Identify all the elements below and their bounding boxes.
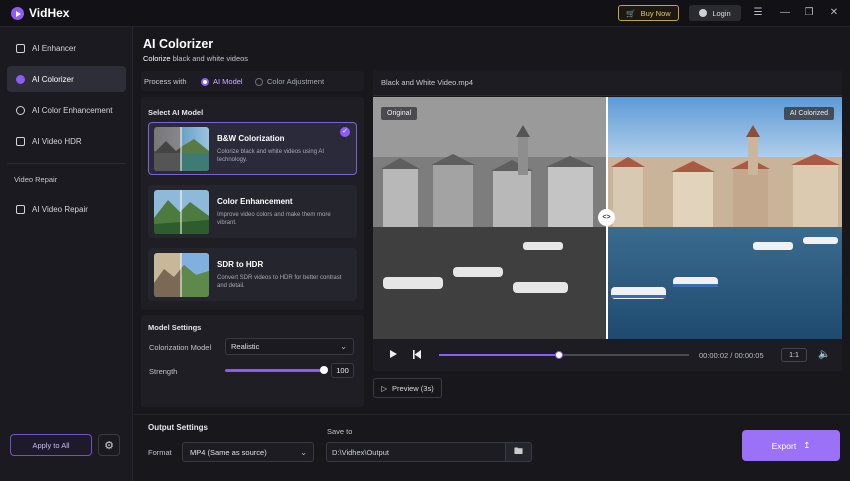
format-label: Format xyxy=(148,448,172,457)
sidebar-item-label: AI Video HDR xyxy=(32,136,82,146)
bw-colorization-thumbnail xyxy=(154,127,209,171)
model-card-title: B&W Colorization xyxy=(217,134,285,143)
login-button[interactable]: Login xyxy=(689,5,741,21)
model-card-description: Improve video colors and make them more … xyxy=(217,212,331,226)
aspect-ratio-button[interactable]: 1:1 xyxy=(781,348,807,362)
select-model-title: Select AI Model xyxy=(148,108,204,117)
sidebar-section-video-repair: Video Repair xyxy=(14,175,58,184)
color-enhancement-icon xyxy=(16,105,25,115)
process-with-label: Process with xyxy=(144,77,187,86)
strength-value-input[interactable]: 100 xyxy=(331,363,354,378)
user-icon xyxy=(699,9,708,17)
progress-fill xyxy=(439,354,559,356)
original-tag: Original xyxy=(381,107,418,120)
model-settings-title: Model Settings xyxy=(148,323,202,332)
colorization-model-select[interactable]: Realistic ⌄ xyxy=(225,338,354,355)
page-subtitle: Colorize black and white videos xyxy=(143,54,249,63)
radio-ai-model[interactable]: AI Model xyxy=(201,77,243,86)
preview-icon: ▷ xyxy=(381,383,388,393)
sidebar-item-ai-video-hdr[interactable]: AI Video HDR xyxy=(7,128,126,154)
save-path-input[interactable]: D:\Vidhex\Output xyxy=(326,442,506,462)
save-to-label: Save to xyxy=(327,427,353,436)
sidebar-item-ai-color-enhancement[interactable]: AI Color Enhancement xyxy=(7,97,126,123)
vidhex-logo-icon xyxy=(11,7,24,20)
check-icon: ✓ xyxy=(340,127,350,137)
skip-back-icon[interactable] xyxy=(413,350,421,359)
color-enhancement-thumbnail xyxy=(154,190,209,234)
colorization-model-label: Colorization Model xyxy=(149,343,212,352)
progress-handle[interactable] xyxy=(555,351,563,359)
sidebar-item-label: AI Colorizer xyxy=(32,74,74,84)
chevron-down-icon: ⌄ xyxy=(300,448,307,457)
radio-selected-icon xyxy=(201,77,209,86)
export-button[interactable]: Export ↥ xyxy=(742,430,840,461)
sidebar-item-ai-video-repair[interactable]: AI Video Repair xyxy=(7,196,126,222)
hdr-icon xyxy=(16,136,25,146)
preview-button[interactable]: ▷ Preview (3s) xyxy=(373,378,442,398)
browse-folder-button[interactable]: 🖿 xyxy=(505,442,532,462)
format-value: MP4 (Same as source) xyxy=(190,447,267,457)
cart-icon: 🛒 xyxy=(626,8,636,18)
buy-now-label: Buy Now xyxy=(640,8,671,18)
model-card-sdr-to-hdr[interactable]: SDR to HDR Convert SDR videos to HDR for… xyxy=(148,248,357,301)
format-select[interactable]: MP4 (Same as source) ⌄ xyxy=(182,442,314,462)
strength-label: Strength xyxy=(149,367,178,376)
time-readout: 00:00:02 / 00:00:05 xyxy=(699,351,764,360)
folder-icon: 🖿 xyxy=(513,446,523,456)
chevron-down-icon: ⌄ xyxy=(340,342,347,351)
compare-handle-icon[interactable]: <> xyxy=(598,209,615,226)
sidebar xyxy=(0,27,133,481)
close-icon[interactable]: ✕ xyxy=(828,7,840,19)
apply-to-all-button[interactable]: Apply to All xyxy=(10,434,92,456)
sidebar-item-label: AI Video Repair xyxy=(32,204,88,214)
minimize-icon[interactable]: — xyxy=(779,7,791,19)
export-icon: ↥ xyxy=(803,440,811,450)
login-label: Login xyxy=(712,8,731,18)
model-card-description: Convert SDR videos to HDR for better con… xyxy=(217,275,342,289)
preview-label: Preview (3s) xyxy=(392,383,434,393)
sidebar-item-label: AI Color Enhancement xyxy=(32,105,113,115)
strength-slider-handle[interactable] xyxy=(320,366,328,374)
sidebar-item-ai-enhancer[interactable]: AI Enhancer xyxy=(7,35,126,61)
maximize-icon[interactable]: ❐ xyxy=(803,7,815,19)
sidebar-item-label: AI Enhancer xyxy=(32,43,77,53)
page-title: AI Colorizer xyxy=(143,37,214,51)
model-card-bw-colorization[interactable]: B&W Colorization Colorize black and whit… xyxy=(148,122,357,175)
export-label: Export xyxy=(771,440,797,451)
radio-unselected-icon xyxy=(255,77,263,86)
model-card-title: SDR to HDR xyxy=(217,260,264,269)
settings-button[interactable]: ⚙ xyxy=(98,434,120,456)
gear-icon: ⚙ xyxy=(104,439,114,452)
radio-color-adjustment[interactable]: Color Adjustment xyxy=(255,77,324,86)
menu-icon[interactable]: ☰ xyxy=(752,7,764,19)
video-filename: Black and White Video.mp4 xyxy=(381,78,473,87)
sidebar-item-ai-colorizer[interactable]: AI Colorizer xyxy=(7,66,126,92)
model-card-description: Colorize black and white videos using AI… xyxy=(217,149,325,163)
enhancer-icon xyxy=(16,43,25,53)
colorization-model-value: Realistic xyxy=(231,342,260,351)
video-repair-icon xyxy=(16,204,25,214)
ai-colorized-tag: AI Colorized xyxy=(783,107,834,120)
app-name: VidHex xyxy=(29,6,70,20)
sidebar-divider xyxy=(7,163,126,164)
sdr-to-hdr-thumbnail xyxy=(154,253,209,297)
buy-now-button[interactable]: 🛒 Buy Now xyxy=(618,5,679,21)
play-icon[interactable] xyxy=(390,350,397,358)
strength-slider[interactable] xyxy=(225,369,325,372)
colorizer-icon xyxy=(16,74,25,84)
volume-icon[interactable]: 🔈 xyxy=(818,349,830,360)
model-card-title: Color Enhancement xyxy=(217,197,293,206)
output-settings-title: Output Settings xyxy=(148,423,208,432)
model-card-color-enhancement[interactable]: Color Enhancement Improve video colors a… xyxy=(148,185,357,238)
